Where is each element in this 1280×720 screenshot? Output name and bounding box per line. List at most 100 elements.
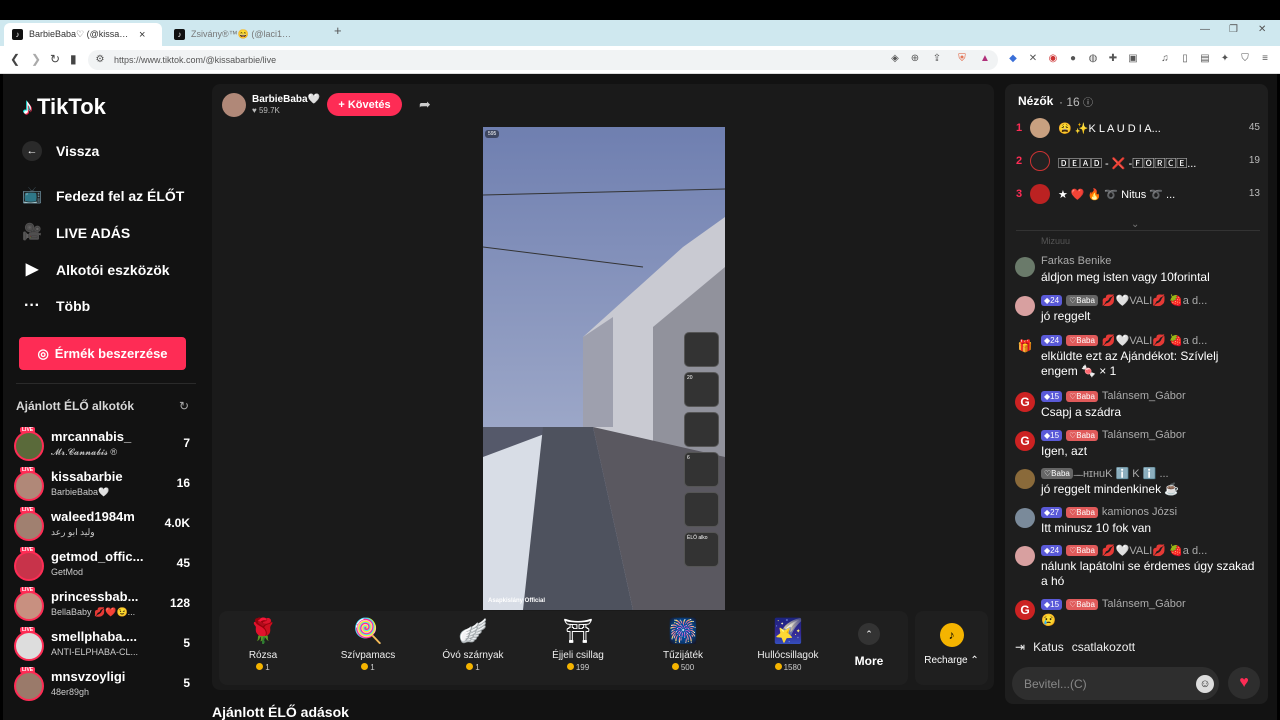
guest-thumbnail[interactable]: [684, 412, 719, 447]
follow-button[interactable]: + Követés: [327, 93, 402, 116]
gift-item[interactable]: 🎆 Tűzijáték 500: [631, 617, 735, 672]
extension-icon[interactable]: ◍: [1086, 52, 1100, 66]
tab-title: BarbieBaba♡ (@kissabarbie: [29, 29, 133, 39]
refresh-icon[interactable]: ↻: [179, 399, 189, 413]
gift-item[interactable]: ⛩ Éjjeli csillag 199: [526, 617, 630, 672]
menu-icon[interactable]: ≡: [1258, 52, 1272, 66]
creator-item[interactable]: LIVE mnsvzoyligi 48er89gh 5: [14, 667, 194, 707]
chat-username[interactable]: 💋🤍VALI💋 🍓a d...: [1102, 294, 1207, 307]
top-viewer-row[interactable]: 1 😩 ✨K L A U D I A... 45: [1016, 118, 1260, 142]
get-coins-button[interactable]: ◎ Érmék beszerzése: [19, 337, 186, 370]
extension-icon[interactable]: ▣: [1126, 52, 1140, 66]
chat-username[interactable]: 💋🤍VALI💋 🍓a d...: [1102, 334, 1207, 347]
avatar[interactable]: G: [1015, 600, 1035, 620]
top-viewer-row[interactable]: 2 🄳🄴🄰🄳 - ❌ -🄵🄾🅁🄲🄴... 19: [1016, 151, 1260, 175]
avatar: [14, 471, 44, 501]
browser-tab[interactable]: ♪ Zsivány®™😄 (@laci1918) ÉLŐ adás: [166, 23, 324, 46]
chat-text: Csapj a szádra: [1041, 405, 1122, 419]
avatar[interactable]: [1015, 257, 1035, 277]
gift-item[interactable]: 🍭 Szívpamacs 1: [316, 617, 420, 672]
avatar[interactable]: G: [1015, 392, 1035, 412]
avatar[interactable]: [1015, 546, 1035, 566]
nav-more[interactable]: ··· Több: [22, 296, 90, 316]
extension-icon[interactable]: ✕: [1026, 52, 1040, 66]
gift-name: Éjjeli csillag: [552, 650, 604, 661]
browser-tab-active[interactable]: ♪ BarbieBaba♡ (@kissabarbie ×: [4, 23, 162, 46]
chat-username[interactable]: Farkas Benike: [1041, 255, 1111, 267]
creator-item[interactable]: LIVE getmod_offic... GetMod 45: [14, 547, 194, 587]
guest-thumbnail[interactable]: [684, 332, 719, 367]
zoom-icon[interactable]: ⊕: [908, 52, 922, 66]
chat-username[interactable]: kamionos Józsi: [1102, 506, 1177, 518]
vpn-icon[interactable]: ⛉: [1238, 52, 1252, 66]
viewer-name: ★ ❤️ 🔥 ➰ Nitus ➰ ...: [1058, 189, 1176, 201]
new-tab-button[interactable]: +: [334, 23, 342, 38]
minimize-button[interactable]: —: [1200, 24, 1210, 35]
avatar[interactable]: [1015, 296, 1035, 316]
translate-icon[interactable]: ◈: [888, 52, 902, 66]
creator-item[interactable]: LIVE kissabarbie BarbieBaba🤍 16: [14, 467, 194, 507]
tiktok-logo[interactable]: ♪ TikTok: [22, 94, 106, 120]
more-gifts-button[interactable]: ⌃ More: [853, 623, 885, 668]
logo-text: TikTok: [37, 94, 106, 119]
guest-thumbnail[interactable]: 20: [684, 372, 719, 407]
creator-item[interactable]: LIVE mrcannabis_ 𝓜𝓻.𝓒𝓪𝓷𝓷𝓪𝓫𝓲𝓼 ® 7: [14, 427, 194, 467]
url-field[interactable]: https://www.tiktok.com/@kissabarbie/live: [88, 50, 998, 70]
creator-item[interactable]: LIVE smellphaba.... ANTI-ELPHABA-CL... 5: [14, 627, 194, 667]
emoji-icon[interactable]: ☺: [1196, 675, 1214, 693]
guest-thumbnail[interactable]: 6: [684, 452, 719, 487]
extension-icon[interactable]: ◆: [1006, 52, 1020, 66]
gift-item[interactable]: 🌠 Hullócsillagok 1580: [736, 617, 840, 672]
chat-username[interactable]: ̶ ̶ нɪнuK ℹ️ K ℹ️ ...: [1077, 467, 1169, 480]
chat-input[interactable]: Bevitel...(C): [1012, 667, 1219, 700]
avatar[interactable]: G: [1015, 431, 1035, 451]
guest-thumbnail[interactable]: ÉLŐ alko: [684, 532, 719, 567]
joined-username[interactable]: Katus: [1033, 640, 1064, 654]
brave-rewards-icon[interactable]: ▲: [978, 52, 992, 66]
media-icon[interactable]: ♫: [1158, 52, 1172, 66]
avatar[interactable]: [1015, 469, 1035, 489]
chat-username[interactable]: 💋🤍VALI💋 🍓a d...: [1102, 544, 1207, 557]
host-avatar[interactable]: [222, 93, 246, 117]
extensions-puzzle-icon[interactable]: ✚: [1106, 52, 1120, 66]
chat-username[interactable]: Talánsem_Gábor: [1102, 390, 1186, 402]
extension-icon[interactable]: ●: [1066, 52, 1080, 66]
brave-shield-icon[interactable]: ⛨: [955, 52, 969, 66]
nav-creator-tools[interactable]: ▶ Alkotói eszközök: [22, 260, 170, 280]
close-window-button[interactable]: ✕: [1258, 24, 1266, 35]
info-icon[interactable]: ⓘ: [1083, 98, 1093, 109]
avatar[interactable]: [1015, 508, 1035, 528]
nav-go-live[interactable]: 🎥 LIVE ADÁS: [22, 223, 130, 243]
nav-explore-live[interactable]: 📺 Fedezd fel az ÉLŐT: [22, 186, 184, 206]
wallet-icon[interactable]: ▤: [1198, 52, 1212, 66]
gift-item[interactable]: 🪽 Óvó szárnyak 1: [421, 617, 525, 672]
recharge-button[interactable]: ♪ Recharge ⌃: [915, 611, 988, 685]
share-page-icon[interactable]: ⇪: [930, 52, 944, 66]
chat-username[interactable]: Talánsem_Gábor: [1102, 429, 1186, 441]
maximize-button[interactable]: ❐: [1229, 24, 1238, 35]
back-link[interactable]: ← Vissza: [22, 141, 99, 161]
viewers-heading[interactable]: Nézők: [1018, 94, 1053, 108]
forward-nav-icon[interactable]: ❯: [31, 52, 41, 66]
share-icon[interactable]: ➦: [419, 96, 431, 113]
chat-text: Igen, azt: [1041, 444, 1088, 458]
fan-value: Baba: [1076, 599, 1095, 609]
back-nav-icon[interactable]: ❮: [10, 52, 20, 66]
top-viewer-row[interactable]: 3 ★ ❤️ 🔥 ➰ Nitus ➰ ... 13: [1016, 184, 1260, 208]
chat-username[interactable]: Talánsem_Gábor: [1102, 598, 1186, 610]
gift-item[interactable]: 🌹 Rózsa 1: [211, 617, 315, 672]
chevron-down-icon[interactable]: ⌄: [1131, 219, 1139, 230]
bookmark-icon[interactable]: ▮: [70, 52, 77, 66]
guest-thumbnail[interactable]: [684, 492, 719, 527]
extension-icon[interactable]: ◉: [1046, 52, 1060, 66]
recommended-creators-heading: Ajánlott ÉLŐ alkotók: [16, 399, 135, 413]
reload-icon[interactable]: ↻: [50, 52, 60, 66]
host-name[interactable]: BarbieBaba🤍: [252, 94, 320, 105]
creator-item[interactable]: LIVE princessbab... BellaBaby 💋❤️😉... 12…: [14, 587, 194, 627]
ai-assistant-icon[interactable]: ✦: [1218, 52, 1232, 66]
close-tab-icon[interactable]: ×: [139, 29, 145, 41]
creator-item[interactable]: LIVE waleed1984m وليد ابو رعد 4.0K: [14, 507, 194, 547]
sidebar-toggle-icon[interactable]: ▯: [1178, 52, 1192, 66]
site-settings-icon[interactable]: ⚙: [93, 53, 107, 67]
like-heart-icon[interactable]: ♥: [1228, 667, 1260, 699]
